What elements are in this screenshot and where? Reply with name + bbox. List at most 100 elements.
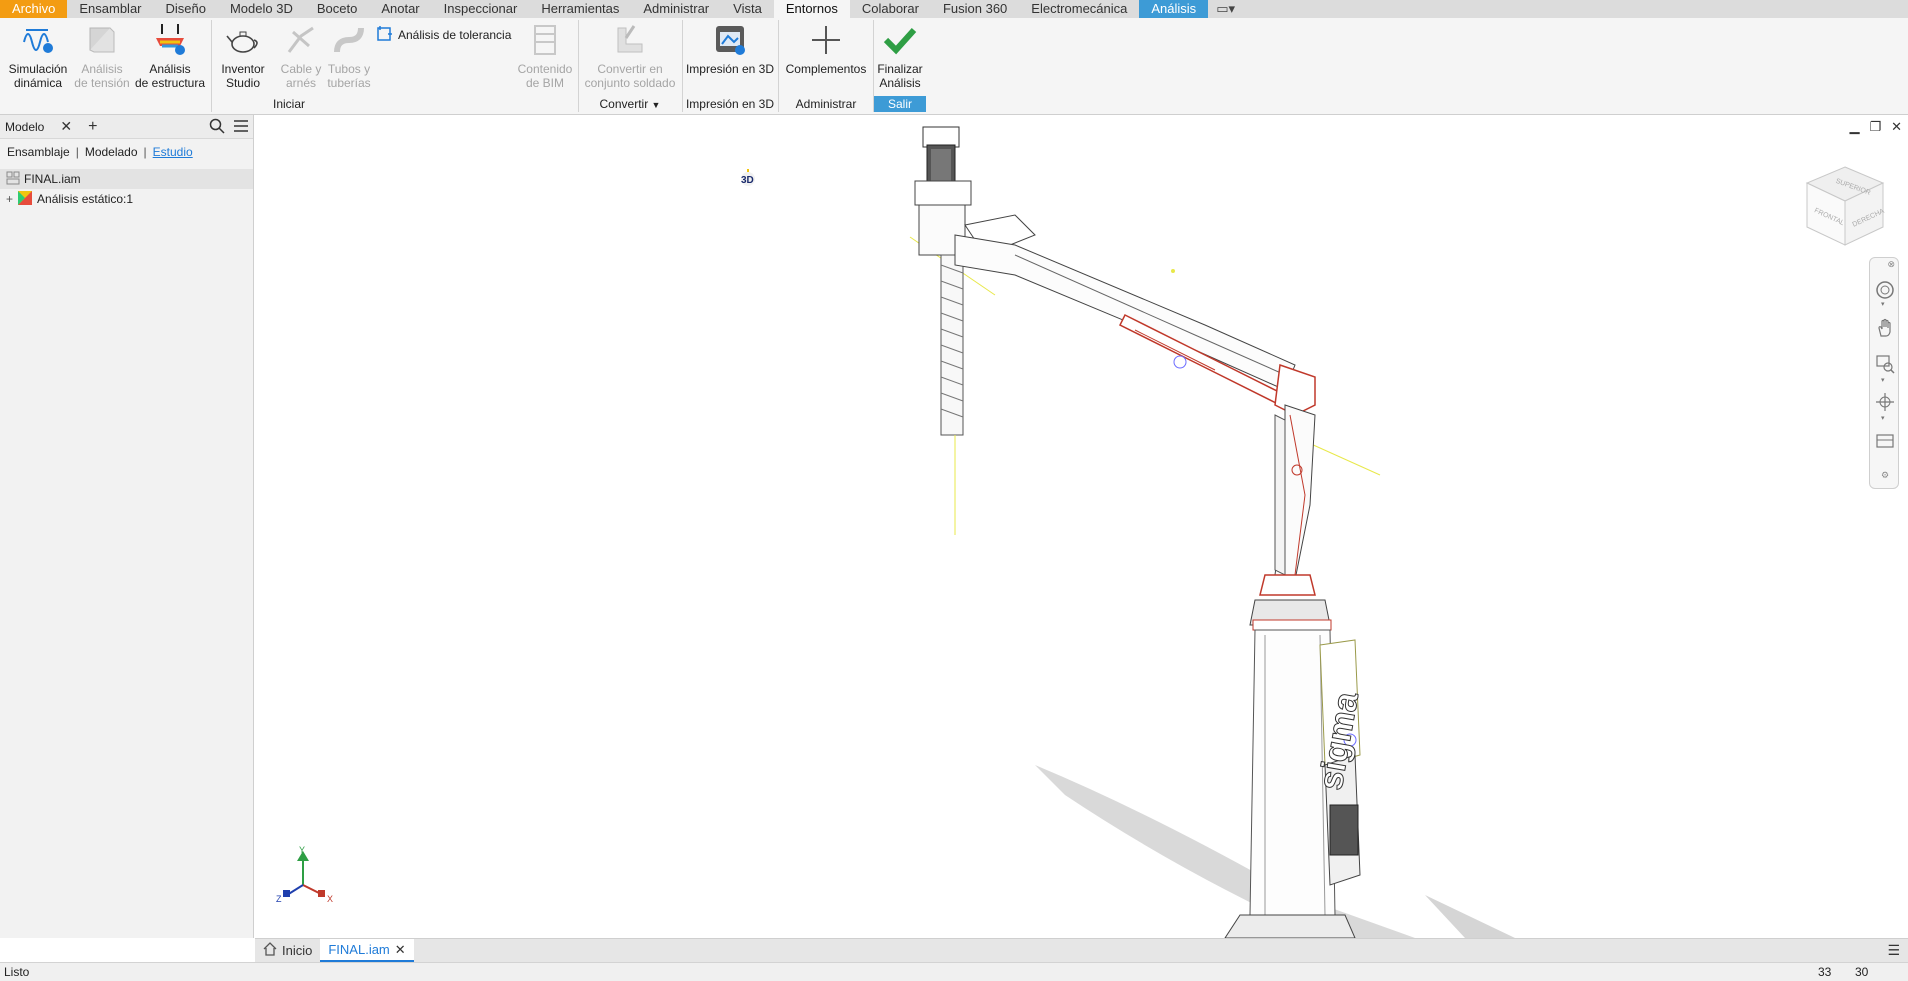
pan-hand-icon[interactable] [1875,318,1895,341]
chevron-down-icon[interactable]: ▾ [1881,376,1885,384]
stress-analysis-button[interactable]: Análisis de tensión [72,22,132,90]
viewcube[interactable]: SUPERIOR FRONTAL DERECHA [1795,161,1895,264]
tab-vista[interactable]: Vista [721,0,774,18]
tab-herramientas[interactable]: Herramientas [529,0,631,18]
bim-content-button[interactable]: Contenido de BIM [512,22,578,90]
convert-weldment-label: Convertir en conjunto soldado [584,62,676,90]
look-at-icon[interactable] [1875,430,1895,453]
addins-label: Complementos [785,62,867,76]
add-panel-icon[interactable]: + [88,118,97,136]
browser-tree: FINAL.iam + Análisis estático:1 [0,169,253,209]
pipe-icon [331,22,367,58]
tab-electromecanica[interactable]: Electromecánica [1019,0,1139,18]
close-icon[interactable]: ✕ [395,942,406,958]
tree-root-item[interactable]: FINAL.iam [0,169,253,189]
status-bar: Listo 33 30 [0,962,1908,981]
tree-root-label: FINAL.iam [24,172,81,186]
assembly-icon [6,171,20,188]
inventor-studio-label: Inventor Studio [221,62,265,90]
stress-analysis-label: Análisis de tensión [74,62,130,90]
checkmark-icon [882,22,918,58]
tab-anotar[interactable]: Anotar [369,0,431,18]
plus-icon [808,22,844,58]
close-icon[interactable]: ✕ [60,118,72,135]
tab-administrar[interactable]: Administrar [631,0,721,18]
document-tabs: Inicio FINAL.iam ✕ ☰ [255,938,1908,962]
group-separator [778,20,779,112]
3d-print-button[interactable]: Impresión en 3D [684,22,776,76]
teapot-icon [225,22,261,58]
tube-pipe-button[interactable]: Tubos y tuberías [324,22,374,90]
ribbon-options-dropdown[interactable]: ▭▾ [1208,0,1243,18]
dynamic-simulation-button[interactable]: Simulación dinámica [6,22,70,90]
tolerance-analysis-label: Análisis de tolerancia [398,27,512,42]
steering-wheel-icon[interactable] [1875,280,1895,303]
tab-analisis[interactable]: Análisis [1139,0,1209,18]
browser-tab-modelo[interactable]: Modelo [5,120,44,134]
bim-content-label: Contenido de BIM [517,62,573,90]
tab-diseno[interactable]: Diseño [154,0,218,18]
browser-header: Modelo ✕ + [0,115,253,139]
group-separator [211,20,212,112]
chevron-down-icon[interactable]: ▾ [1881,414,1885,422]
tab-colaborar[interactable]: Colaborar [850,0,931,18]
ribbon-panel: Simulación dinámica Análisis de tensión … [0,18,1908,115]
convert-weldment-button[interactable]: Convertir en conjunto soldado [580,22,680,90]
mode-estudio[interactable]: Estudio [153,145,193,159]
tab-inicio-label: Inicio [282,943,313,958]
static-analysis-icon [17,190,33,209]
triad-x-label: X [327,894,333,904]
chevron-down-icon: ▼ [651,100,661,110]
cable-harness-label: Cable y arnés [280,62,322,90]
finish-analysis-label: Finalizar Análisis [877,62,923,90]
tube-pipe-label: Tubos y tuberías [327,62,371,90]
hamburger-menu-icon[interactable]: ☰ [1887,942,1900,959]
tab-archivo[interactable]: Archivo [0,0,68,18]
navbar-close-icon[interactable]: ⊗ [1887,259,1895,270]
tolerance-analysis-button[interactable]: Análisis de tolerancia [376,24,511,45]
3d-print-label: Impresión en 3D [685,62,775,76]
coordinate-triad: Y X Z [275,845,345,918]
finish-analysis-button[interactable]: Finalizar Análisis [874,22,926,90]
tab-ensamblar[interactable]: Ensamblar [67,0,153,18]
tab-boceto[interactable]: Boceto [305,0,369,18]
orbit-icon[interactable] [1875,392,1895,415]
tab-final-iam-label: FINAL.iam [328,942,390,957]
mode-modelado[interactable]: Modelado [85,145,138,159]
navigation-bar: ⊗ ▾ ▾ ▾ ⚙ [1869,257,1899,489]
addins-button[interactable]: Complementos [780,22,872,76]
chevron-down-icon[interactable]: ▾ [1881,300,1885,308]
hamburger-menu-icon[interactable] [233,118,249,137]
inventor-studio-button[interactable]: Inventor Studio [214,22,272,90]
stress-analysis-icon [84,22,120,58]
tree-child-item[interactable]: + Análisis estático:1 [0,189,253,209]
group-label-convertir[interactable]: Convertir ▼ [580,96,680,112]
cable-harness-button[interactable]: Cable y arnés [276,22,326,90]
group-separator [578,20,579,112]
search-icon[interactable] [209,118,225,137]
tab-modelo-3d[interactable]: Modelo 3D [218,0,305,18]
home-icon [263,942,277,959]
tab-inspeccionar[interactable]: Inspeccionar [432,0,530,18]
group-convertir-text: Convertir [599,97,649,111]
tab-fusion-360[interactable]: Fusion 360 [931,0,1019,18]
triad-z-label: Z [276,894,282,904]
group-label-administrar: Administrar [795,97,857,111]
model-render[interactable]: sigma [255,115,1908,938]
mode-separator: | [143,145,147,159]
tolerance-icon [376,24,394,45]
navbar-options-icon[interactable]: ⚙ [1881,470,1889,481]
tab-inicio[interactable]: Inicio [255,939,320,962]
status-text: Listo [4,965,30,979]
mode-ensamblaje[interactable]: Ensamblaje [7,145,70,159]
tab-entornos[interactable]: Entornos [773,0,850,18]
tab-final-iam[interactable]: FINAL.iam ✕ [320,939,414,962]
frame-analysis-icon [152,22,188,58]
expand-plus-icon[interactable]: + [6,192,13,206]
frame-analysis-button[interactable]: Análisis de estructura [134,22,206,90]
camera-icon: ▭▾ [1216,1,1235,16]
triad-y-label: Y [299,845,305,855]
printer-3d-icon [712,22,748,58]
graphics-viewport[interactable]: ▁ ❐ ✕ 3D sigma SUPERIOR FRONTAL DERECHA … [255,115,1908,938]
zoom-window-icon[interactable] [1875,354,1895,377]
